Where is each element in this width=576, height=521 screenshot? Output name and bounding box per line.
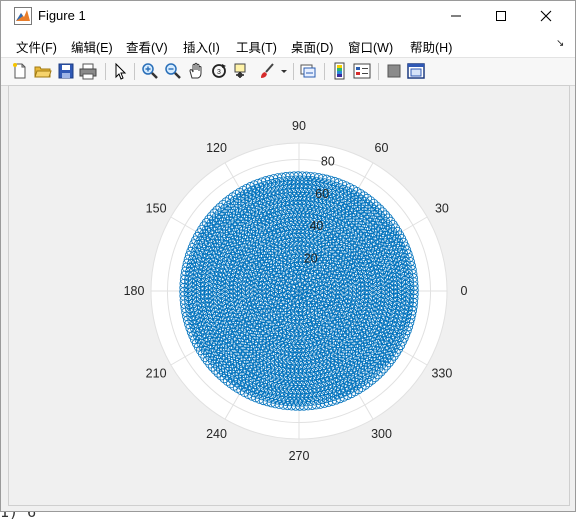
theta-tick-label: 300 [371,427,392,441]
menu-item[interactable]: 文件(F) [16,37,57,56]
r-tick-label: 20 [304,252,318,266]
zoom-out-icon[interactable] [164,62,182,80]
close-icon [540,10,552,22]
dock-arrow-icon[interactable]: ↘ [556,38,564,49]
menu-item[interactable]: 帮助(H) [410,37,452,56]
window-title: Figure 1 [38,8,86,23]
maximize-icon [496,11,506,21]
chevron-down-icon[interactable] [280,62,288,80]
matlab-logo-icon [14,7,32,25]
save-icon[interactable] [57,62,75,80]
menu-item[interactable]: 插入(I) [183,37,220,56]
close-button[interactable] [523,1,569,31]
title-bar[interactable]: Figure 1 [1,1,575,31]
maximize-button[interactable] [478,1,524,31]
minimize-icon [451,15,461,17]
r-tick-label: 40 [309,219,323,233]
menu-item[interactable]: 编辑(E) [71,37,113,56]
minimize-button[interactable] [433,1,479,31]
show-plot-tools-icon[interactable] [407,62,425,80]
zoom-in-icon[interactable] [141,62,159,80]
new-figure-icon[interactable] [11,62,29,80]
figure-window: Figure 1 文件(F) 编辑(E) 查看(V) 插入(I) 工具(T) 桌面(D) 窗… [0,0,576,512]
theta-tick-label: 210 [146,367,167,381]
edit-plot-icon[interactable] [111,62,129,80]
menu-item[interactable]: 查看(V) [126,37,168,56]
r-tick-label: 60 [315,187,329,201]
theta-tick-label: 0 [461,284,468,298]
menu-item[interactable]: 窗口(W) [348,37,393,56]
theta-tick-label: 60 [375,141,389,155]
print-icon[interactable] [79,62,97,80]
open-file-icon[interactable] [34,62,52,80]
theta-tick-label: 30 [435,202,449,216]
hide-plot-tools-icon[interactable] [385,62,403,80]
menu-bar: 文件(F) 编辑(E) 查看(V) 插入(I) 工具(T) 桌面(D) 窗口(W) 帮助(H) [1,31,575,58]
theta-tick-label: 90 [292,119,306,133]
data-cursor-icon[interactable] [233,62,251,80]
link-plot-icon[interactable] [299,62,317,80]
theta-tick-label: 180 [124,284,145,298]
insert-colorbar-icon[interactable] [331,62,349,80]
theta-tick-label: 240 [206,427,227,441]
figure-toolbar: 3 [1,58,575,86]
theta-tick-label: 150 [146,202,167,216]
theta-tick-label: 270 [289,449,310,463]
menu-item[interactable]: 工具(T) [236,37,277,56]
scatter-series [179,171,419,411]
theta-tick-label: 330 [431,367,452,381]
menu-item[interactable]: 桌面(D) [291,37,333,56]
figure-canvas[interactable]: 0 30 60 90 120 150 180 210 240 270 300 330 20 40 60 80 [9,87,569,505]
svg-text:3: 3 [217,69,221,76]
r-tick-label: 80 [321,154,335,168]
insert-legend-icon[interactable] [353,62,371,80]
theta-tick-label: 120 [206,141,227,155]
rotate-3d-icon[interactable]: 3 [210,62,228,80]
brush-icon[interactable] [258,62,276,80]
pan-icon[interactable] [187,62,205,80]
